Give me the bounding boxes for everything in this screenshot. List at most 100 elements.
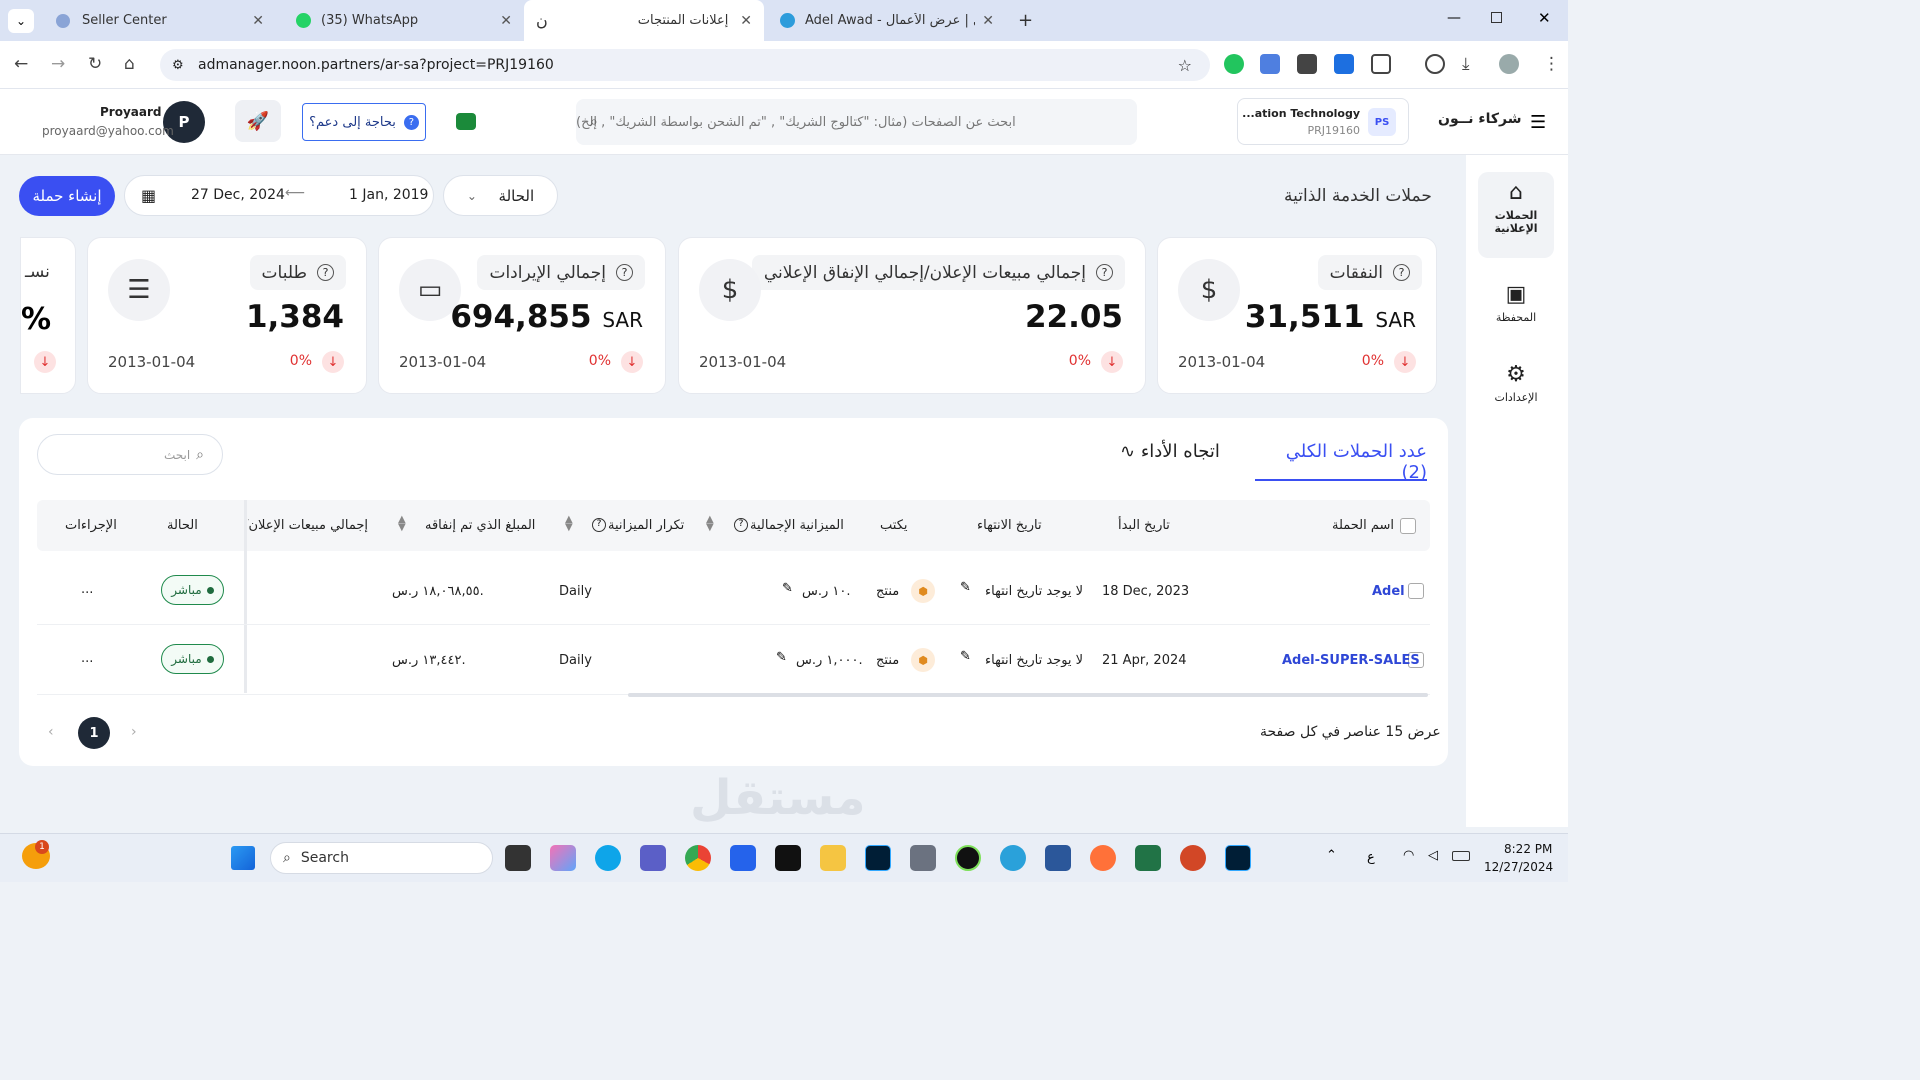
column-header[interactable]: يكتب: [880, 518, 908, 533]
teams-icon[interactable]: [640, 845, 666, 871]
tray-chevron-icon[interactable]: ⌃: [1326, 848, 1337, 863]
tab-whatsapp[interactable]: (35) WhatsApp ✕: [284, 0, 524, 41]
tab-seller-center[interactable]: Seller Center ✕: [44, 0, 276, 41]
word-icon[interactable]: [1045, 845, 1071, 871]
sort-icon[interactable]: ▲ ▼: [398, 515, 406, 533]
clock-date[interactable]: 12/27/2024: [1484, 860, 1553, 874]
copilot-icon[interactable]: [550, 845, 576, 871]
reload-icon[interactable]: ↻: [88, 54, 102, 74]
tab-search-dropdown[interactable]: ⌄: [8, 9, 34, 33]
site-settings-icon[interactable]: ⚙: [172, 58, 184, 73]
column-header[interactable]: الميزانية الإجمالية: [750, 518, 844, 533]
calculator-icon[interactable]: [910, 845, 936, 871]
campaign-name-link[interactable]: Adel: [1372, 584, 1405, 599]
help-circle-icon[interactable]: ?: [1096, 264, 1113, 281]
extensions-puzzle-icon[interactable]: [1371, 54, 1391, 74]
row-actions-menu[interactable]: ...: [81, 582, 93, 597]
chrome-icon[interactable]: [685, 845, 711, 871]
screen-recorder-icon[interactable]: [955, 845, 981, 871]
restore-icon[interactable]: [1491, 12, 1502, 23]
page-button[interactable]: 1: [78, 717, 110, 749]
close-tab-icon[interactable]: ✕: [740, 13, 752, 29]
new-tab-icon[interactable]: +: [1018, 10, 1033, 31]
prev-page-icon[interactable]: ‹: [48, 724, 54, 740]
tab-performance-trend[interactable]: ∿ اتجاه الأداء: [1120, 441, 1220, 462]
tab-mostaql[interactable]: Adel Awad - مستقل | عرض الأعمال ✕: [768, 0, 1006, 41]
edit-pencil-icon[interactable]: ✎: [782, 581, 793, 596]
profile-avatar-icon[interactable]: [1499, 54, 1519, 74]
nav-campaigns[interactable]: ⌂ الحملات الإعلانية: [1478, 172, 1554, 258]
row-checkbox[interactable]: [1408, 583, 1424, 599]
edit-pencil-icon[interactable]: ✎: [960, 580, 971, 595]
sort-icon[interactable]: ▲ ▼: [565, 515, 573, 533]
help-circle-icon[interactable]: ?: [317, 264, 334, 281]
project-selector[interactable]: PS ...ation Technology PRJ19160: [1237, 98, 1409, 145]
extension-box-icon[interactable]: [1297, 54, 1317, 74]
help-circle-icon[interactable]: ?: [592, 518, 606, 532]
file-explorer-icon[interactable]: [820, 845, 846, 871]
photoshop-icon[interactable]: [865, 845, 891, 871]
windows-start-icon[interactable]: [231, 846, 255, 870]
browser-menu-icon[interactable]: ⋮: [1543, 54, 1560, 74]
support-button[interactable]: بحاجة إلى دعم؟ ?: [302, 103, 426, 141]
url-field[interactable]: ⚙ admanager.noon.partners/ar-sa?project=…: [160, 49, 1210, 81]
nav-wallet[interactable]: ▣ المحفظة: [1478, 274, 1554, 334]
tab-total-campaigns[interactable]: عدد الحملات الكلي (2): [1255, 441, 1427, 483]
tab-product-ads[interactable]: ن إعلانات المنتجات ✕: [524, 0, 764, 41]
hamburger-menu-icon[interactable]: ☰: [1530, 112, 1546, 133]
powerpoint-icon[interactable]: [1180, 845, 1206, 871]
excel-icon[interactable]: [1135, 845, 1161, 871]
select-all-checkbox[interactable]: [1400, 518, 1416, 534]
close-window-icon[interactable]: ✕: [1538, 9, 1551, 27]
battery-icon[interactable]: [1452, 851, 1470, 861]
downloads-icon[interactable]: ⤓: [1462, 54, 1470, 74]
date-range-picker[interactable]: ▦ 27 Dec, 2024 ⟵ 1 Jan, 2019: [124, 175, 434, 216]
firefox-icon[interactable]: [1090, 845, 1116, 871]
home-icon[interactable]: ⌂: [124, 54, 135, 74]
store-icon[interactable]: [730, 845, 756, 871]
clock-time[interactable]: 8:22 PM: [1504, 842, 1552, 856]
help-circle-icon[interactable]: ?: [734, 518, 748, 532]
status-filter[interactable]: ⌄ الحالة: [443, 175, 558, 216]
edit-pencil-icon[interactable]: ✎: [776, 650, 787, 665]
wifi-icon[interactable]: ◠: [1403, 848, 1414, 863]
column-header[interactable]: المبلغ الذي تم إنفاقه: [425, 518, 535, 533]
column-header[interactable]: تاريخ البدأ: [1118, 518, 1170, 533]
forward-icon[interactable]: →: [51, 54, 65, 74]
download-manager-icon[interactable]: [1334, 54, 1354, 74]
extension-green-icon[interactable]: [1224, 54, 1244, 74]
performance-icon[interactable]: [1425, 54, 1445, 74]
minimize-icon[interactable]: —: [1447, 10, 1461, 26]
edge-icon[interactable]: [595, 845, 621, 871]
rocket-button[interactable]: 🚀: [235, 100, 281, 142]
saudi-flag-icon[interactable]: [456, 113, 476, 130]
photoshop-icon[interactable]: [1225, 845, 1251, 871]
nav-settings[interactable]: ⚙ الإعدادات: [1478, 354, 1554, 414]
brand-logo[interactable]: شركاء نــون: [1438, 111, 1521, 127]
telegram-icon[interactable]: [1000, 845, 1026, 871]
create-campaign-button[interactable]: إنشاء حملة: [19, 176, 115, 216]
translate-icon[interactable]: [1260, 54, 1280, 74]
bookmark-star-icon[interactable]: ☆: [1178, 56, 1192, 75]
column-header[interactable]: إجمالي مبيعات الإعلان/إ: [248, 518, 368, 533]
app-icon[interactable]: [775, 845, 801, 871]
task-view-icon[interactable]: [505, 845, 531, 871]
edit-pencil-icon[interactable]: ✎: [960, 649, 971, 664]
table-search-input[interactable]: ابحث ⌕: [37, 434, 223, 475]
status-badge[interactable]: مباشر: [161, 575, 224, 605]
row-actions-menu[interactable]: ...: [81, 651, 93, 666]
close-tab-icon[interactable]: ✕: [252, 13, 264, 29]
language-indicator[interactable]: ع: [1367, 850, 1375, 865]
sort-icon[interactable]: ▲ ▼: [706, 515, 714, 533]
help-circle-icon[interactable]: ?: [616, 264, 633, 281]
taskbar-search[interactable]: ⌕ Search: [270, 842, 493, 874]
close-tab-icon[interactable]: ✕: [982, 13, 994, 29]
close-tab-icon[interactable]: ✕: [500, 13, 512, 29]
page-size-label[interactable]: عرض 15 عناصر في كل صفحة: [1260, 724, 1441, 740]
status-badge[interactable]: مباشر: [161, 644, 224, 674]
horizontal-scrollbar[interactable]: [628, 693, 1428, 697]
volume-icon[interactable]: ◁: [1428, 848, 1438, 863]
column-header[interactable]: تاريخ الانتهاء: [977, 518, 1042, 533]
back-icon[interactable]: ←: [14, 54, 28, 74]
page-search-input[interactable]: ابحث عن الصفحات (مثال: "كتالوج الشريك" ,…: [576, 99, 1137, 145]
